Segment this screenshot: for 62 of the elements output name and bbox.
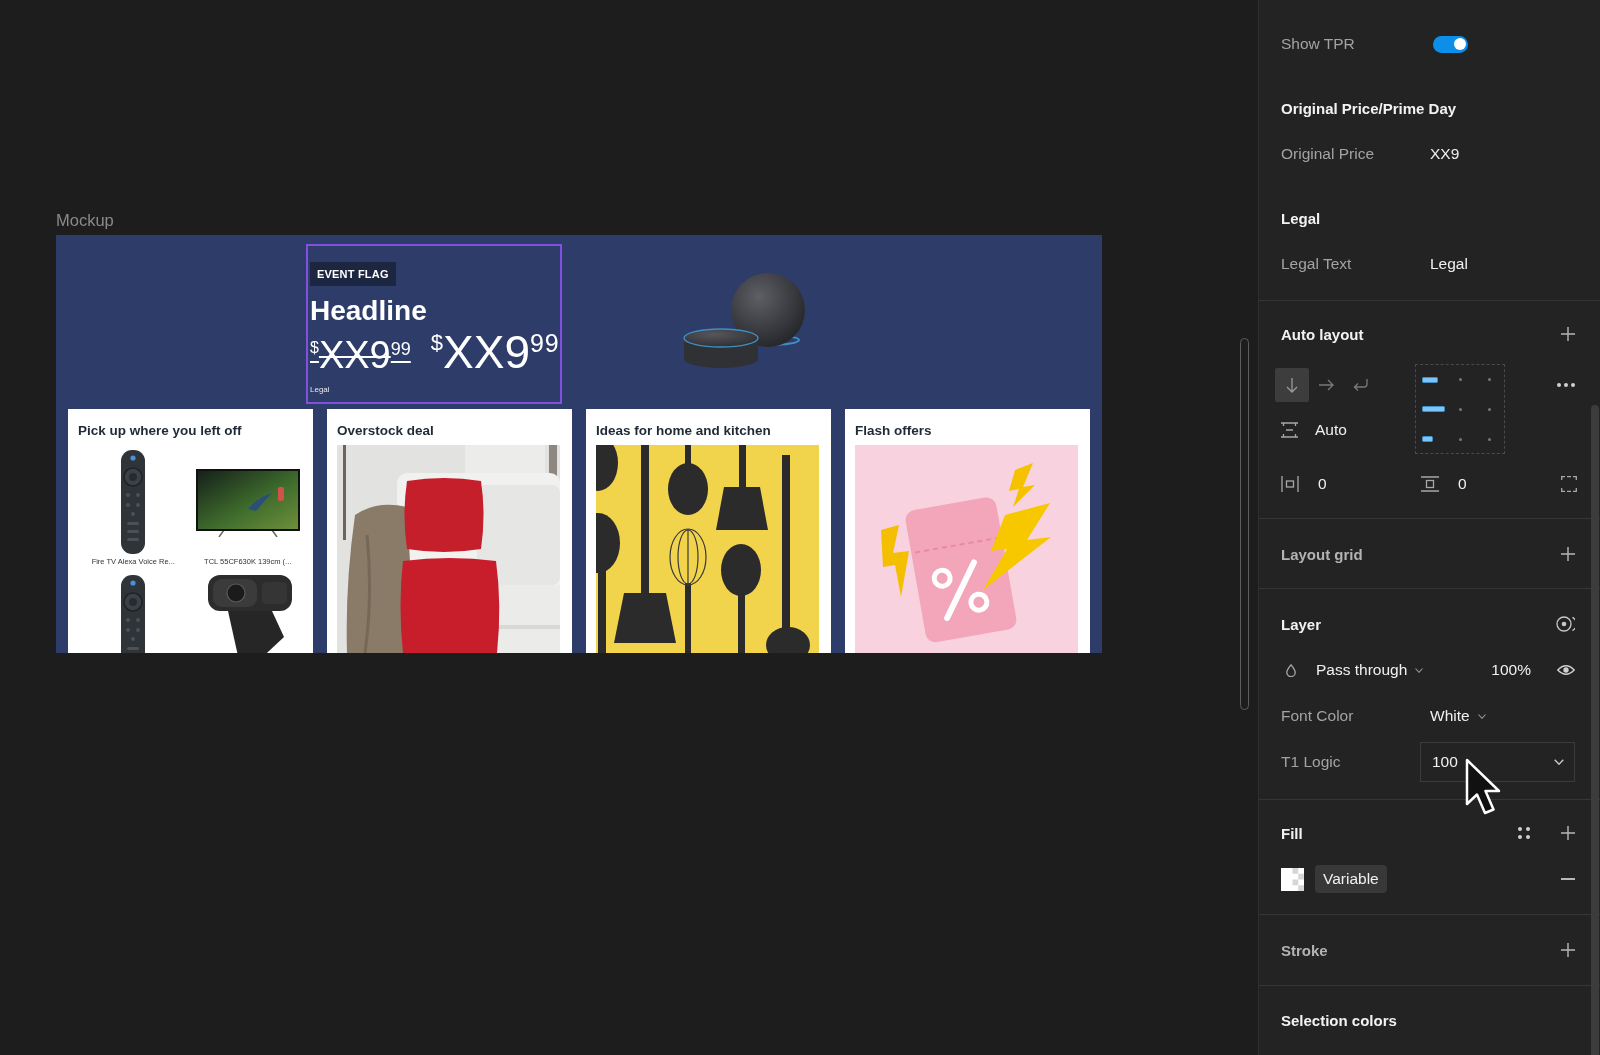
chevron-down-icon <box>1477 713 1486 719</box>
banner-frame[interactable]: EVENT FLAG Headline $^{$}$XX9$^{99}$ $^{$}$XX9$^{99}$ Legal <box>306 244 562 404</box>
drop-icon <box>1286 663 1296 677</box>
horizontal-padding-icon <box>1281 476 1299 492</box>
property-label: Legal Text <box>1281 255 1353 273</box>
scrollbar[interactable] <box>1591 405 1599 1055</box>
spacing-field[interactable]: Auto <box>1315 421 1347 439</box>
section-title: Stroke <box>1281 941 1328 959</box>
plus-icon[interactable] <box>1561 826 1575 840</box>
opacity-field[interactable]: 100% <box>1491 661 1531 679</box>
card-title: Ideas for home and kitchen <box>596 423 771 439</box>
toggle-switch[interactable] <box>1433 35 1468 53</box>
product-card[interactable]: Flash offers <box>845 409 1090 653</box>
frame-label[interactable]: Mockup <box>56 211 114 230</box>
card-title: Pick up where you left off <box>78 423 242 439</box>
padding-field[interactable]: 0 <box>1458 475 1467 493</box>
circle-dot-icon[interactable] <box>1556 616 1575 632</box>
cursor-icon <box>1465 758 1501 816</box>
section-title: Original Price/Prime Day <box>1281 99 1457 117</box>
product-card[interactable]: Ideas for home and kitchen <box>586 409 831 653</box>
chevron-down-icon <box>1415 667 1424 673</box>
variable-pill[interactable]: Variable <box>1315 865 1387 893</box>
property-label: Font Color <box>1281 707 1355 725</box>
wrap-arrow-icon <box>1352 378 1368 392</box>
plus-icon[interactable] <box>1561 547 1575 561</box>
property-dropdown[interactable]: White <box>1430 707 1486 725</box>
plus-icon[interactable] <box>1561 943 1575 957</box>
plus-icon[interactable] <box>1561 327 1575 341</box>
more-icon[interactable] <box>1557 383 1575 387</box>
property-label: T1 Logic <box>1281 753 1342 771</box>
property-label: Show TPR <box>1281 35 1356 53</box>
section-title: Fill <box>1281 824 1303 842</box>
arrow-right-icon <box>1318 379 1334 391</box>
blend-mode-dropdown[interactable]: Pass through <box>1316 661 1424 679</box>
arrow-down-icon <box>1286 377 1298 393</box>
section-title: Selection colors <box>1281 1011 1397 1029</box>
independent-padding-icon[interactable] <box>1561 476 1577 492</box>
alignment-grid[interactable] <box>1415 364 1505 454</box>
eye-icon[interactable] <box>1557 664 1575 676</box>
original-price: $^{$}$XX9$^{99}$ <box>310 334 411 376</box>
product-card[interactable]: Overstock deal <box>327 409 572 653</box>
section-title: Auto layout <box>1281 325 1364 343</box>
property-dropdown[interactable]: 100 <box>1420 742 1575 782</box>
vertical-padding-icon <box>1421 476 1439 492</box>
event-flag-badge: EVENT FLAG <box>310 262 396 286</box>
section-title: Layout grid <box>1281 545 1363 563</box>
property-value[interactable]: Legal <box>1430 255 1468 273</box>
legal-text: Legal <box>310 385 330 395</box>
padding-field[interactable]: 0 <box>1318 475 1327 493</box>
property-label: Original Price <box>1281 145 1376 163</box>
property-value[interactable]: XX9 <box>1430 145 1460 163</box>
swatch-icon[interactable] <box>1281 867 1304 891</box>
section-title: Legal <box>1281 209 1321 227</box>
vertical-gap-icon <box>1281 422 1298 438</box>
dots-grid-icon[interactable] <box>1518 827 1530 839</box>
sale-price: $^{$}$XX9$^{99}$ <box>430 328 560 376</box>
card-title: Flash offers <box>855 423 932 439</box>
card-title: Overstock deal <box>337 423 434 439</box>
headline: Headline <box>310 294 427 328</box>
chevron-down-icon <box>1554 759 1564 765</box>
section-title: Layer <box>1281 615 1322 633</box>
direction-button[interactable] <box>1275 368 1309 402</box>
